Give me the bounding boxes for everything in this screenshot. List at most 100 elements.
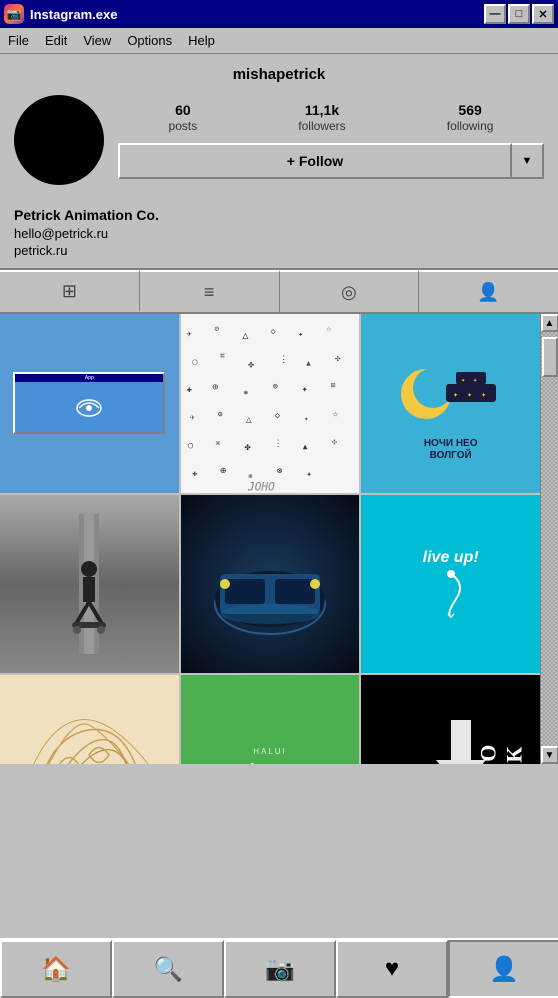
scroll-thumb[interactable] <box>542 337 558 377</box>
svg-text:△: △ <box>245 414 252 425</box>
minimize-button[interactable]: — <box>484 4 506 24</box>
posts-label: posts <box>169 119 198 133</box>
follow-button[interactable]: + Follow <box>118 143 512 179</box>
svg-text:⚙: ⚙ <box>218 410 223 419</box>
svg-text:✣: ✣ <box>331 438 337 448</box>
profile-area: mishapetrick 60 posts 11,1k followers 56… <box>0 54 558 197</box>
svg-text:⊕: ⊕ <box>220 466 226 477</box>
nav-profile-button[interactable]: 👤 <box>448 940 558 998</box>
title-bar: 📷 Instagram.exe — □ ✕ <box>0 0 558 28</box>
bottom-nav: 🏠 🔍 📷 ♥ 👤 <box>0 938 558 998</box>
svg-text:⋮: ⋮ <box>273 439 282 449</box>
menu-edit[interactable]: Edit <box>45 33 67 48</box>
svg-text:⊞: ⊞ <box>330 381 335 390</box>
nav-likes-button[interactable]: ♥ <box>336 940 448 998</box>
svg-text:⊗: ⊗ <box>277 467 282 477</box>
following-label: following <box>447 119 494 133</box>
svg-text:✦: ✦ <box>301 384 307 395</box>
window: 📷 Instagram.exe — □ ✕ File Edit View Opt… <box>0 0 558 998</box>
bio-website[interactable]: petrick.ru <box>14 243 544 258</box>
svg-text:⌘: ⌘ <box>215 439 220 448</box>
follow-dropdown-button[interactable]: ▼ <box>512 143 544 179</box>
svg-text:✚: ✚ <box>186 385 191 395</box>
post-2[interactable]: ✈ ⚙ △ ◇ ✦ ☆ ○ ⌘ ✤ ⋮ ▲ ✣ ✚ <box>181 314 360 493</box>
search-icon: 🔍 <box>153 955 183 984</box>
scrollbar: ▲ ▼ <box>540 314 558 764</box>
tab-list[interactable]: ≡ <box>140 270 280 312</box>
followers-stat: 11,1k followers <box>298 102 345 133</box>
post-1[interactable]: App <box>0 314 179 493</box>
post-grid-container: App <box>0 314 558 764</box>
post-8[interactable]: HALUI Vitagurt <box>181 675 360 764</box>
home-icon: 🏠 <box>41 955 71 984</box>
bio-email[interactable]: hello@petrick.ru <box>14 226 544 241</box>
nav-home-button[interactable]: 🏠 <box>0 940 112 998</box>
stats-follow: 60 posts 11,1k followers 569 following +… <box>118 102 544 179</box>
post-5[interactable] <box>181 495 360 674</box>
grid-icon: ⊞ <box>62 281 77 302</box>
svg-text:✦: ✦ <box>467 392 472 399</box>
following-count: 569 <box>447 102 494 118</box>
svg-text:✚: ✚ <box>192 469 197 479</box>
scroll-track[interactable] <box>541 332 558 746</box>
menu-view[interactable]: View <box>83 33 111 48</box>
menu-bar: File Edit View Options Help <box>0 28 558 54</box>
close-button[interactable]: ✕ <box>532 4 554 24</box>
scroll-down-button[interactable]: ▼ <box>541 746 558 764</box>
followers-count: 11,1k <box>298 102 345 118</box>
svg-text:✤: ✤ <box>244 442 250 453</box>
svg-text:◇: ◇ <box>270 327 276 337</box>
svg-text:✦: ✦ <box>298 329 303 338</box>
post-3[interactable]: ✦ ✦ ✦ ✦ ✦ НОЧИ НЕОВОЛГОЙ <box>361 314 540 493</box>
svg-text:▲: ▲ <box>306 358 311 367</box>
location-icon: ◎ <box>341 282 357 303</box>
bio-name: Petrick Animation Co. <box>14 207 544 223</box>
svg-text:✦: ✦ <box>303 414 308 423</box>
posts-count: 60 <box>169 102 198 118</box>
svg-text:⊕: ⊕ <box>212 382 218 393</box>
username: mishapetrick <box>14 66 544 83</box>
post-grid: App <box>0 314 540 764</box>
tab-grid[interactable]: ⊞ <box>0 270 140 312</box>
menu-file[interactable]: File <box>8 33 29 48</box>
svg-text:☆: ☆ <box>326 324 332 334</box>
posts-stat: 60 posts <box>169 102 198 133</box>
scroll-up-button[interactable]: ▲ <box>541 314 558 332</box>
svg-text:✤: ✤ <box>248 360 254 371</box>
svg-text:○: ○ <box>187 441 193 451</box>
svg-text:⋮: ⋮ <box>279 355 288 365</box>
profile-nav-icon: 👤 <box>489 955 519 984</box>
grid-scroll-area[interactable]: App <box>0 314 540 764</box>
follow-row: + Follow ▼ <box>118 143 544 179</box>
tab-location[interactable]: ◎ <box>280 270 420 312</box>
svg-text:✈: ✈ <box>186 329 192 339</box>
post-4[interactable] <box>0 495 179 674</box>
post-6[interactable]: live up! <box>361 495 540 674</box>
nav-camera-button[interactable]: 📷 <box>224 940 336 998</box>
svg-text:○: ○ <box>192 357 198 367</box>
maximize-button[interactable]: □ <box>508 4 530 24</box>
svg-text:◇: ◇ <box>274 411 280 421</box>
svg-text:✦: ✦ <box>473 378 477 384</box>
avatar <box>14 95 104 185</box>
tagged-icon: 👤 <box>477 282 499 303</box>
svg-text:⌘: ⌘ <box>220 352 225 361</box>
menu-options[interactable]: Options <box>127 33 172 48</box>
camera-icon: 📷 <box>265 955 295 984</box>
app-icon: 📷 <box>4 4 24 24</box>
stats-row: 60 posts 11,1k followers 569 following <box>118 102 544 133</box>
post-7[interactable] <box>0 675 179 764</box>
svg-text:✣: ✣ <box>335 354 341 364</box>
svg-text:✦: ✦ <box>481 392 486 399</box>
profile-main: 60 posts 11,1k followers 569 following +… <box>14 95 544 185</box>
following-stat: 569 following <box>447 102 494 133</box>
menu-help[interactable]: Help <box>188 33 215 48</box>
svg-text:△: △ <box>242 331 249 342</box>
tab-tagged[interactable]: 👤 <box>419 270 558 312</box>
nav-search-button[interactable]: 🔍 <box>112 940 224 998</box>
post-9[interactable]: ПЛОРИК <box>361 675 540 764</box>
svg-text:⚙: ⚙ <box>214 324 219 333</box>
svg-text:❋: ❋ <box>243 387 248 396</box>
svg-text:⊗: ⊗ <box>272 382 277 392</box>
svg-text:✦: ✦ <box>453 392 458 399</box>
